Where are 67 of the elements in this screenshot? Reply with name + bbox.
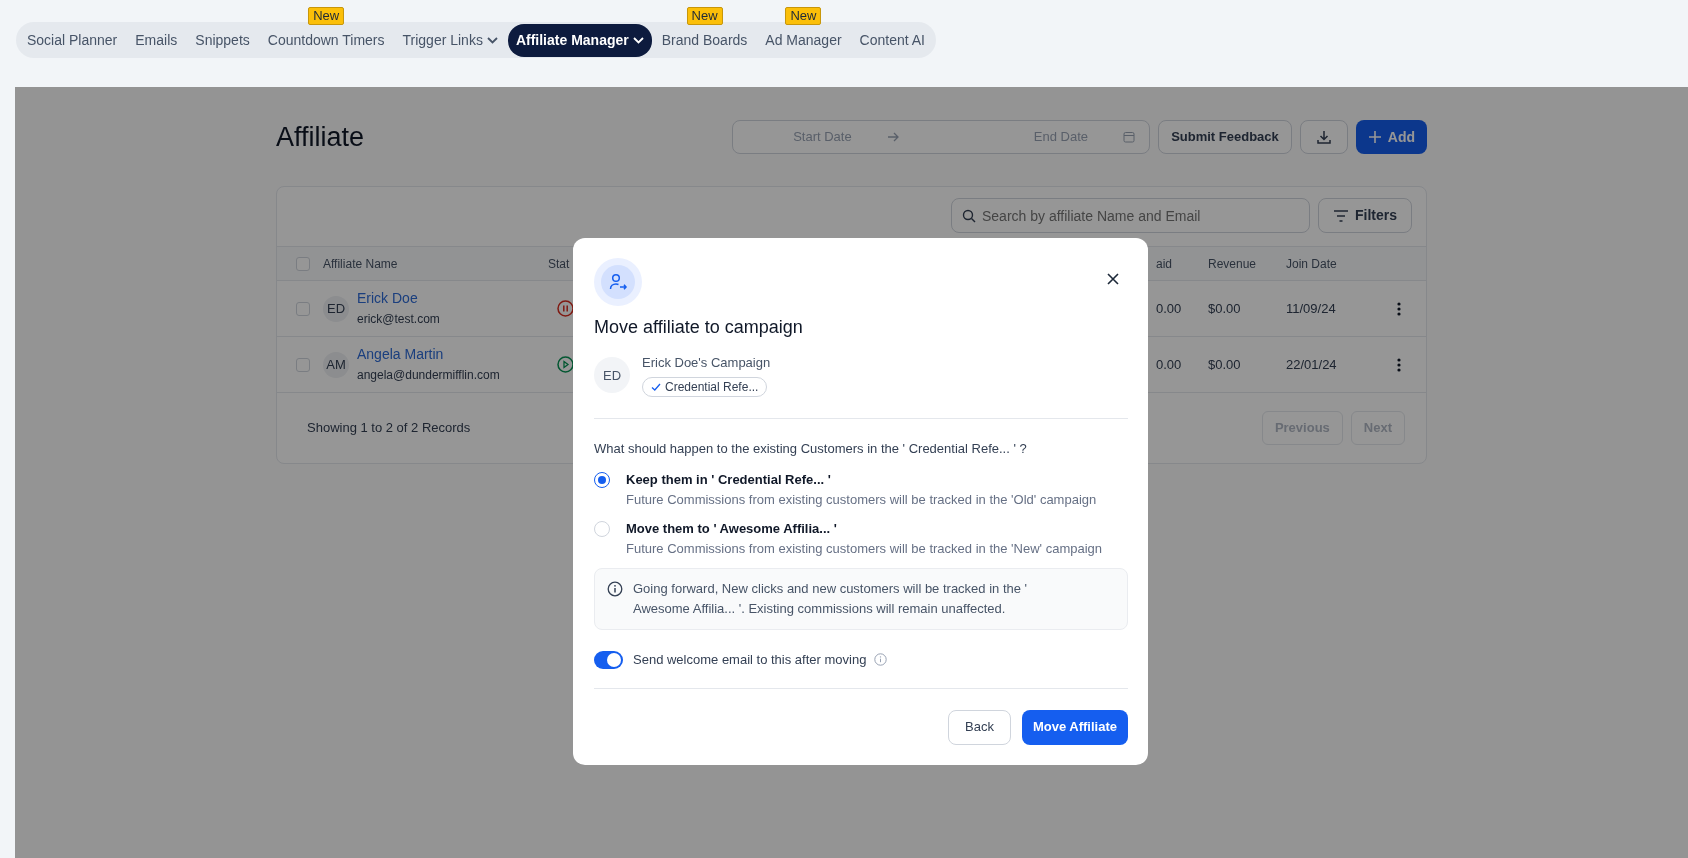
- more-options-icon[interactable]: [1397, 357, 1401, 372]
- nav-tab[interactable]: Trigger Links: [394, 23, 506, 57]
- affiliate-email: angela@dundermifflin.com: [357, 368, 500, 383]
- table-cell-text: $0.00: [1208, 299, 1242, 318]
- column-header: Stat: [548, 255, 571, 273]
- calendar-icon: [1123, 131, 1136, 143]
- nav-tab[interactable]: Countdown Timers: [259, 23, 393, 57]
- campaign-name: Erick Doe's Campaign: [642, 354, 771, 372]
- welcome-email-toggle[interactable]: [594, 650, 623, 669]
- nav-tab[interactable]: Content AI: [851, 23, 933, 57]
- add-button[interactable]: Add: [1355, 120, 1427, 154]
- arrow-right-icon: [886, 131, 899, 143]
- table-cell-text: 11/09/24: [1286, 299, 1337, 318]
- filters-button[interactable]: Filters: [1318, 198, 1412, 233]
- dialog-title: Move affiliate to campaign: [594, 316, 804, 339]
- nav-tab[interactable]: Ad Manager: [757, 23, 850, 57]
- new-badge: New: [308, 6, 345, 25]
- info-text: Going forward, New clicks and new customers will be tracked in the ' Awesome Affilia... '. Existing commissions will remain unaffected.: [633, 580, 1029, 618]
- select-all-checkbox[interactable]: [296, 256, 310, 271]
- column-header: Join Date: [1286, 255, 1338, 273]
- option-description: Future Commissions from existing customers will be tracked in the 'New' campaign: [626, 539, 1103, 558]
- toggle-label: Send welcome email to this after moving: [633, 651, 867, 669]
- option-description: Future Commissions from existing customers will be tracked in the 'Old' campaign: [626, 490, 1097, 509]
- avatar: ED: [594, 357, 630, 394]
- close-icon[interactable]: [1107, 273, 1119, 285]
- nav-tab[interactable]: Emails: [127, 23, 186, 57]
- table-cell-text: 22/01/24: [1286, 355, 1338, 374]
- download-button[interactable]: [1299, 120, 1348, 154]
- check-icon: [651, 381, 661, 392]
- avatar: AM: [323, 351, 349, 378]
- radio-button[interactable]: [594, 472, 610, 488]
- filter-icon: [1333, 208, 1349, 223]
- move-affiliate-button[interactable]: Move Affiliate: [1021, 709, 1128, 745]
- row-checkbox[interactable]: [296, 301, 310, 316]
- column-header: aid: [1156, 255, 1173, 273]
- nav-tab[interactable]: Brand Boards: [653, 23, 756, 57]
- option-label: Keep them in ' Credential Refe... ': [626, 471, 832, 489]
- question-text: What should happen to the existing Customers in the ' Credential Refe... ' ?: [594, 439, 1028, 458]
- plus-icon: [1367, 130, 1382, 144]
- avatar: ED: [323, 295, 349, 322]
- play-icon: [557, 356, 574, 373]
- table-cell-text: 0.00: [1156, 355, 1183, 374]
- option-label: Move them to ' Awesome Affilia... ': [626, 520, 838, 538]
- pause-icon: [557, 300, 574, 317]
- page-title: Affiliate: [276, 120, 365, 154]
- more-options-icon[interactable]: [1397, 301, 1401, 316]
- download-icon: [1315, 129, 1332, 145]
- info-icon: [607, 581, 623, 597]
- new-badge: New: [686, 6, 723, 25]
- column-header: Revenue: [1208, 255, 1258, 273]
- nav-tab[interactable]: Social Planner: [19, 23, 126, 57]
- affiliate-email: erick@test.com: [357, 312, 440, 327]
- row-checkbox[interactable]: [296, 357, 310, 372]
- nav-tab[interactable]: Affiliate Manager: [507, 23, 652, 57]
- submit-feedback-button[interactable]: Submit Feedback: [1158, 120, 1292, 154]
- info-icon: [874, 653, 888, 667]
- new-badge: New: [785, 6, 822, 25]
- search-icon: [962, 209, 976, 223]
- search-field[interactable]: Search by affiliate Name and Email: [951, 198, 1310, 233]
- nav-tab[interactable]: Snippets: [187, 23, 258, 57]
- records-count: Showing 1 to 2 of 2 Records: [307, 419, 471, 438]
- table-cell-text: $0.00: [1208, 355, 1242, 374]
- back-button[interactable]: Back: [948, 709, 1011, 745]
- column-header: Affiliate Name: [323, 255, 399, 273]
- table-cell-text: 0.00: [1156, 299, 1183, 318]
- affiliate-name-link[interactable]: Erick Doe: [357, 288, 440, 310]
- affiliate-name-link[interactable]: Angela Martin: [357, 344, 500, 366]
